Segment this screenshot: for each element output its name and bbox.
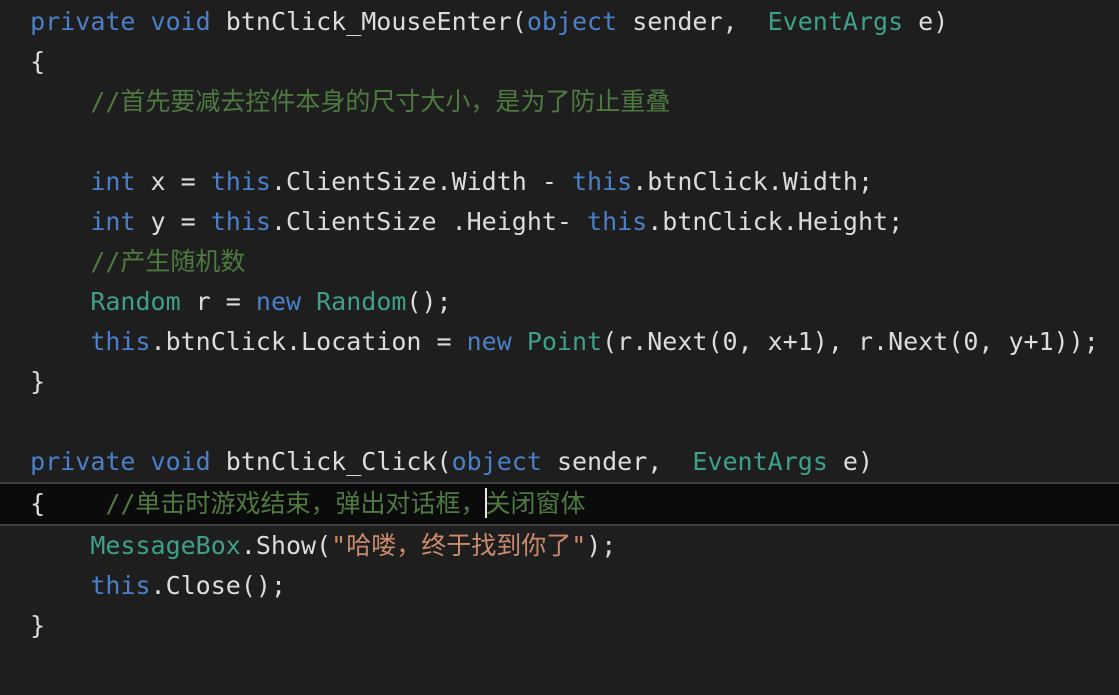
token-plain: r =	[180, 287, 256, 316]
code-line[interactable]	[0, 402, 1119, 442]
token-plain: .ClientSize .Height-	[270, 207, 588, 236]
code-line[interactable]: }	[0, 362, 1119, 402]
token-plain: x =	[135, 167, 211, 196]
token-plain: (r.Next(0, x+1), r.Next(0, y+1));	[602, 327, 1099, 356]
token-keyword: object	[526, 7, 618, 36]
token-keyword: int	[90, 207, 136, 236]
code-line[interactable]: private void btnClick_MouseEnter(object …	[0, 2, 1119, 42]
token-plain: .btnClick.Width;	[632, 167, 874, 196]
token-plain: {	[30, 489, 46, 518]
code-line[interactable]: private void btnClick_Click(object sende…	[0, 442, 1119, 482]
token-keyword: private	[30, 447, 151, 476]
token-keyword: this	[210, 167, 271, 196]
token-plain: ();	[406, 287, 452, 316]
token-plain: {	[30, 47, 46, 76]
code-line[interactable]: Random r = new Random();	[0, 282, 1119, 322]
token-plain: .btnClick.Height;	[647, 207, 904, 236]
token-keyword: object	[451, 447, 542, 476]
token-type: Random	[316, 287, 407, 316]
token-plain: sender,	[541, 447, 693, 476]
token-plain: .ClientSize.Width -	[270, 167, 572, 196]
token-plain: );	[586, 531, 617, 560]
token-keyword: void	[150, 447, 226, 476]
code-line[interactable]: this.btnClick.Location = new Point(r.Nex…	[0, 322, 1119, 362]
code-line[interactable]: this.Close();	[0, 566, 1119, 606]
token-plain: sender,	[617, 7, 768, 36]
token-keyword: void	[150, 7, 226, 36]
token-keyword: new	[466, 327, 512, 356]
token-plain: }	[30, 611, 46, 640]
token-keyword: this	[587, 207, 648, 236]
code-line[interactable]	[0, 122, 1119, 162]
token-keyword: private	[30, 7, 151, 36]
code-line[interactable]: int x = this.ClientSize.Width - this.btn…	[0, 162, 1119, 202]
token-comment: //首先要减去控件本身的尺寸大小，是为了防止重叠	[90, 87, 671, 116]
token-keyword: this	[90, 571, 151, 600]
token-comment: 关闭窗体	[485, 489, 586, 518]
token-string: "哈喽，终于找到你了"	[331, 531, 587, 560]
token-plain: e)	[903, 7, 949, 36]
token-plain: .btnClick.Location =	[150, 327, 467, 356]
token-type: MessageBox	[90, 531, 241, 560]
token-plain: btnClick_MouseEnter(	[225, 7, 527, 36]
token-type: Point	[526, 327, 603, 356]
code-line[interactable]: MessageBox.Show("哈喽，终于找到你了");	[0, 526, 1119, 566]
code-line[interactable]: //产生随机数	[0, 242, 1119, 282]
token-type: Random	[90, 287, 181, 316]
code-editor-surface[interactable]: private void btnClick_MouseEnter(object …	[0, 0, 1119, 695]
token-plain: btnClick_Click(	[225, 447, 452, 476]
code-line-container[interactable]: private void btnClick_MouseEnter(object …	[0, 2, 1119, 646]
token-plain: y =	[135, 207, 211, 236]
token-keyword: new	[255, 287, 302, 316]
code-line-current[interactable]: { //单击时游戏结束，弹出对话框，关闭窗体	[0, 482, 1119, 526]
token-plain: }	[30, 367, 46, 396]
token-plain: .Close();	[150, 571, 286, 600]
code-line[interactable]: int y = this.ClientSize .Height- this.bt…	[0, 202, 1119, 242]
token-plain: e)	[827, 447, 874, 476]
code-line[interactable]: }	[0, 606, 1119, 646]
token-plain: .Show(	[240, 531, 332, 560]
token-keyword: this	[90, 327, 151, 356]
token-keyword: int	[90, 167, 136, 196]
token-keyword: this	[210, 207, 271, 236]
code-line[interactable]: //首先要减去控件本身的尺寸大小，是为了防止重叠	[0, 82, 1119, 122]
token-comment: //单击时游戏结束，弹出对话框，	[105, 489, 486, 518]
token-type: EventArgs	[692, 447, 828, 476]
token-type: EventArgs	[767, 7, 904, 36]
token-comment: //产生随机数	[90, 247, 246, 276]
code-line[interactable]: {	[0, 42, 1119, 82]
token-keyword: this	[571, 167, 633, 196]
